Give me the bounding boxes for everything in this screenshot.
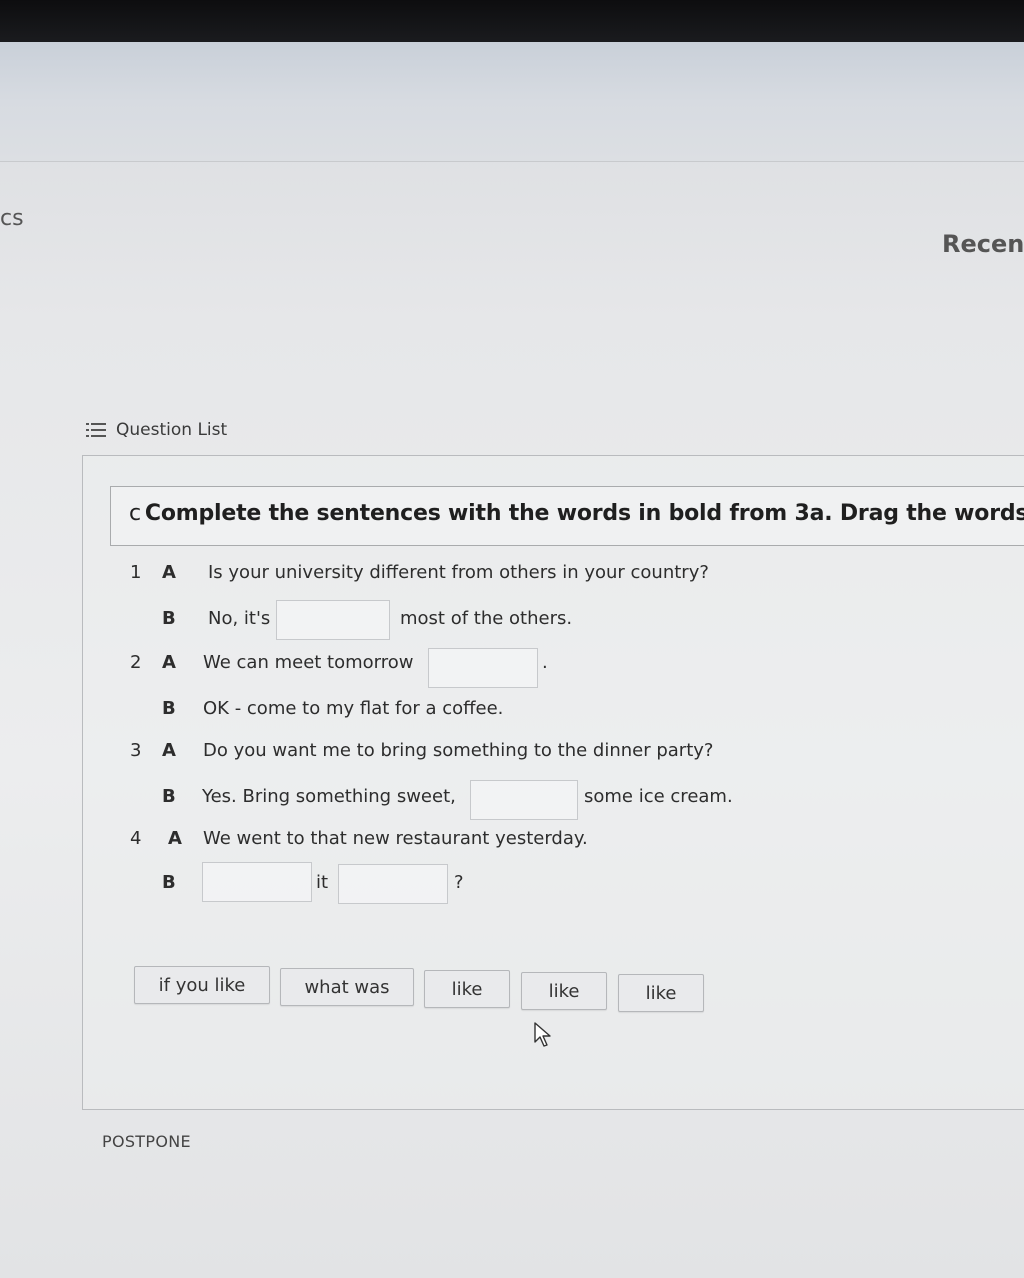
sentence-text: Do you want me to bring something to the… [203,740,714,761]
nav-item-partial-left[interactable]: cs [0,206,24,231]
speaker-label: A [162,652,176,673]
word-chip-like-1[interactable]: like [424,970,510,1008]
word-chip-if-you-like[interactable]: if you like [134,966,270,1004]
sentence-text: ? [454,872,464,893]
sentence-text: OK - come to my flat for a coffee. [203,698,504,719]
postpone-button[interactable]: POSTPONE [102,1132,191,1151]
sentence-text: Yes. Bring something sweet, [202,786,456,807]
question-list-label: Question List [116,420,228,440]
sentence-text: We went to that new restaurant yesterday… [203,828,588,849]
exercise-instruction: c Complete the sentences with the words i… [110,486,1024,546]
sentence-text: Is your university different from others… [208,562,709,583]
header-band [0,42,1024,162]
sentence-text: . [542,652,548,673]
nav-item-recent[interactable]: Recent [942,230,1024,258]
word-chip-what-was[interactable]: what was [280,968,414,1006]
word-bank: if you like what was like like like [134,966,734,1012]
sentence-text: We can meet tomorrow [203,652,414,673]
word-chip-like-3[interactable]: like [618,974,704,1012]
list-icon [86,423,106,437]
word-chip-like-2[interactable]: like [521,972,607,1010]
drop-zone-4b-1[interactable] [202,862,312,902]
speaker-label: A [162,562,176,583]
item-number: 3 [130,740,142,761]
item-number: 4 [130,828,142,849]
item-number: 2 [130,652,142,673]
speaker-label: B [162,698,176,719]
instruction-text: Complete the sentences with the words in… [144,501,1024,526]
speaker-label: B [162,786,176,807]
drop-zone-2a[interactable] [428,648,538,688]
top-bezel [0,0,1024,42]
speaker-label: B [162,872,176,893]
exercise-letter: c [129,501,141,526]
speaker-label: B [162,608,176,629]
drop-zone-1b[interactable] [276,600,390,640]
sentence-text: most of the others. [400,608,573,629]
item-number: 1 [130,562,142,583]
drop-zone-3b[interactable] [470,780,578,820]
sentence-text: it [316,872,329,893]
speaker-label: A [162,740,176,761]
drop-zone-4b-2[interactable] [338,864,448,904]
sentence-text: No, it's [208,608,271,629]
mouse-cursor-icon [534,1022,551,1047]
question-list-link[interactable]: Question List [86,420,227,440]
speaker-label: A [168,828,182,849]
sentence-text: some ice cream. [584,786,733,807]
